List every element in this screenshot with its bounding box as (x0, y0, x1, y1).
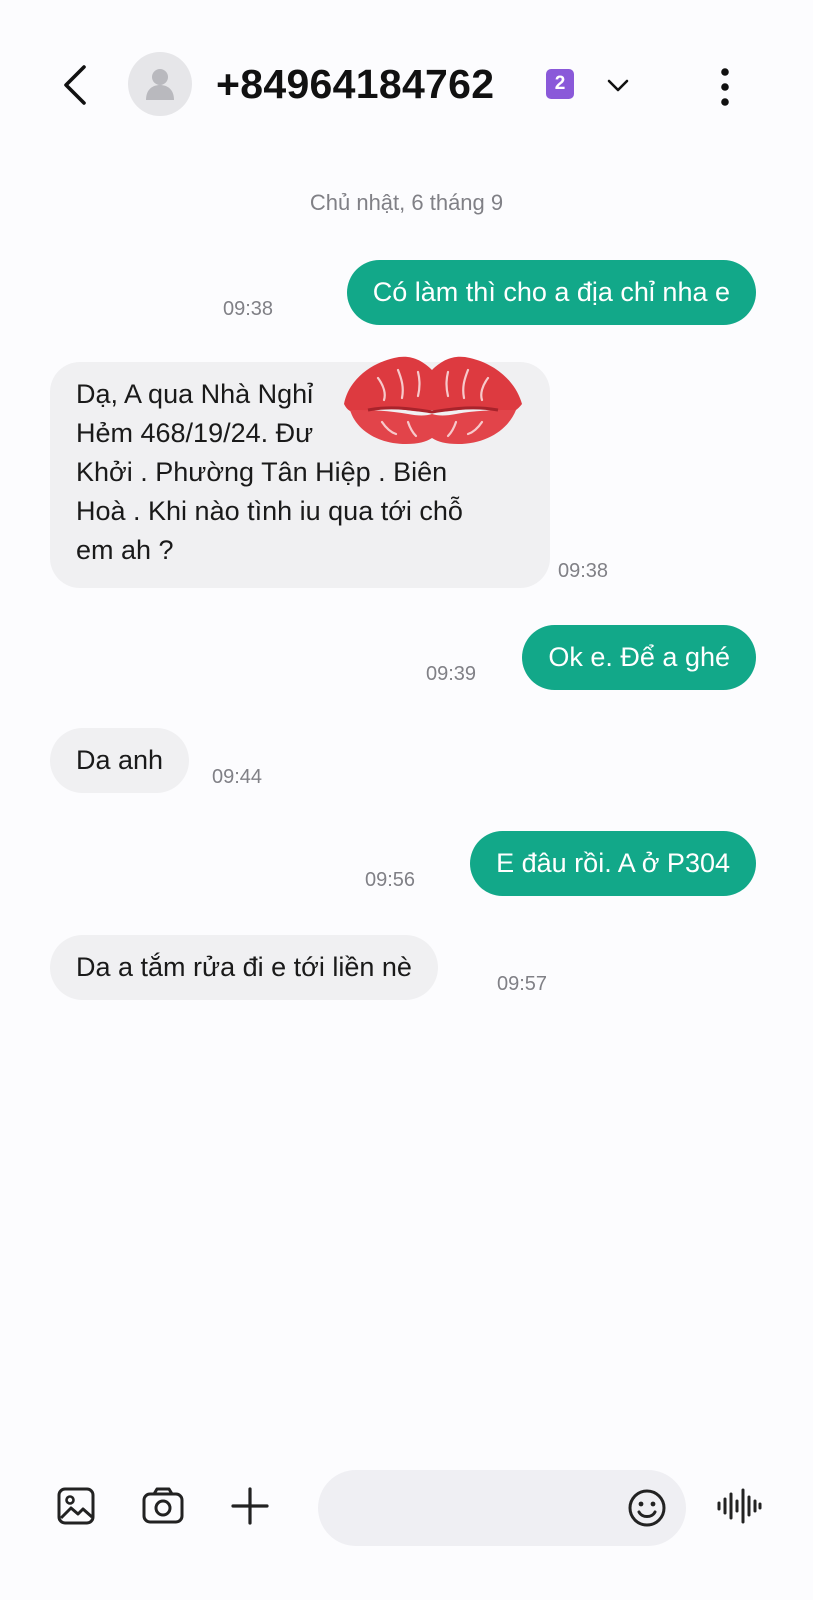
message-line: Khởi . Phường Tân Hiệp . Biên (76, 457, 448, 487)
message-line: em ah ? (76, 535, 174, 565)
message-timestamp: 09:39 (426, 663, 477, 685)
gallery-button[interactable] (53, 1483, 99, 1529)
camera-icon (142, 1487, 184, 1524)
expand-button[interactable] (598, 66, 638, 106)
voice-record-button[interactable] (714, 1483, 764, 1529)
voice-waveform-icon (717, 1488, 762, 1524)
person-icon (146, 69, 174, 100)
sent-message-bubble[interactable]: Ok e. Để a ghé (522, 625, 756, 690)
date-separator: Chủ nhật, 6 tháng 9 (309, 190, 504, 215)
message-timestamp: 09:57 (497, 973, 548, 995)
back-arrow-icon (64, 65, 86, 105)
red-lips-sticker (344, 356, 522, 444)
contact-avatar[interactable] (128, 52, 192, 116)
camera-button[interactable] (140, 1483, 186, 1529)
message-input[interactable] (346, 1470, 620, 1548)
image-icon (57, 1487, 95, 1525)
more-options-button[interactable] (710, 62, 740, 112)
app-header: +84964184762 2 (0, 0, 813, 170)
message-line: Hoà . Khi nào tình iu qua tới chỗ (76, 496, 463, 526)
received-message-bubble[interactable]: Da a tắm rửa đi e tới liền nè (50, 935, 438, 1000)
chevron-down-icon (607, 79, 629, 92)
message-timestamp: 09:38 (223, 298, 274, 320)
plus-icon (231, 1487, 269, 1525)
message-timestamp: 09:56 (365, 869, 416, 891)
contact-title[interactable]: +84964184762 (216, 58, 494, 110)
add-attachment-button[interactable] (227, 1483, 273, 1529)
sim-badge: 2 (546, 69, 574, 99)
received-message-bubble[interactable]: Da anh (50, 728, 190, 793)
sent-message-bubble[interactable]: E đâu rồi. A ở P304 (470, 831, 756, 896)
message-timestamp: 09:38 (558, 560, 609, 582)
more-vertical-icon (721, 68, 729, 106)
message-timestamp: 09:44 (212, 766, 263, 788)
emoji-button[interactable] (624, 1485, 670, 1531)
sent-message-bubble[interactable]: Có làm thì cho a địa chỉ nha e (346, 260, 756, 325)
emoji-icon (628, 1489, 666, 1527)
back-button[interactable] (55, 60, 95, 110)
